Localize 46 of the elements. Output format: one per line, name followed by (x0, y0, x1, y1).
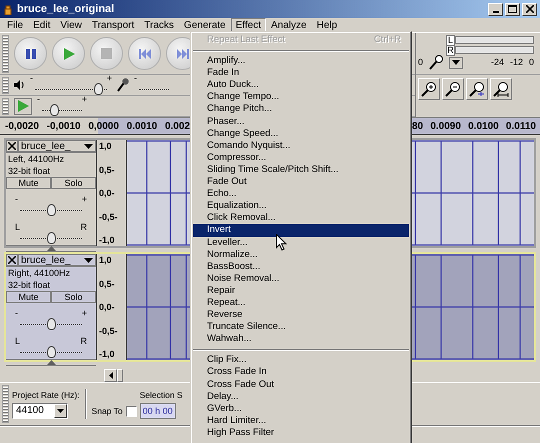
amplitude-label: -0,5- (99, 212, 119, 222)
amplitude-label: -1,0 (99, 349, 116, 359)
meter-scale-label: -24 (490, 58, 504, 67)
track-info: Right, 44100Hz (7, 267, 72, 279)
ruler-label: 0.0100 (468, 120, 499, 132)
amplitude-label: 0,0- (99, 302, 116, 312)
slider-mark: - (30, 74, 33, 83)
amplitude-label: 0,0- (99, 188, 116, 198)
slider-mark: - (15, 309, 18, 318)
ruler-label: 0.0010 (126, 120, 158, 132)
ruler-label: 80 (412, 120, 424, 132)
slider-mark: - (134, 74, 137, 83)
amplitude-label: 1,0 (99, 255, 113, 265)
amplitude-label: 1,0 (99, 141, 113, 151)
project-rate-label: Project Rate (Hz): (12, 390, 80, 400)
amplitude-label: 0,5- (99, 278, 116, 288)
ruler-label: -0,0020 (5, 120, 39, 132)
ruler-label: 0,0000 (88, 120, 119, 132)
slider-mark: + (82, 309, 87, 318)
slider-mark: - (37, 95, 40, 104)
slider-mark: R (80, 223, 87, 232)
meter-channel-label: L (446, 34, 455, 46)
window-title: bruce_lee_original (17, 3, 116, 15)
ruler-label: 0.0090 (430, 120, 461, 132)
ruler-label: 0.002 (164, 120, 190, 132)
amplitude-label: -0,5- (99, 326, 119, 336)
selection-label: Selection S (140, 390, 183, 400)
ruler-label: 0.0110 (506, 120, 536, 132)
slider-mark: R (80, 337, 87, 346)
slider-mark: + (106, 74, 112, 83)
meter-channel-label: R (446, 44, 455, 56)
slider-mark: L (15, 223, 20, 232)
ruler-label: -0,0010 (46, 120, 81, 132)
snap-to-label: Snap To (92, 406, 123, 416)
track-info: 32-bit float (7, 165, 52, 177)
slider-mark: - (15, 195, 18, 204)
meter-scale-label: 0 (528, 58, 534, 67)
slider-mark: + (82, 195, 87, 204)
amplitude-label: 0,5- (99, 164, 116, 174)
amplitude-label: -1,0 (99, 235, 116, 245)
meter-scale-label: -12 (510, 58, 523, 67)
meter-scale-label: 0 (418, 58, 424, 67)
slider-mark: + (82, 95, 87, 104)
slider-mark: L (15, 337, 20, 346)
track-info: 32-bit float (7, 279, 52, 291)
track-info: Left, 44100Hz (7, 153, 66, 165)
